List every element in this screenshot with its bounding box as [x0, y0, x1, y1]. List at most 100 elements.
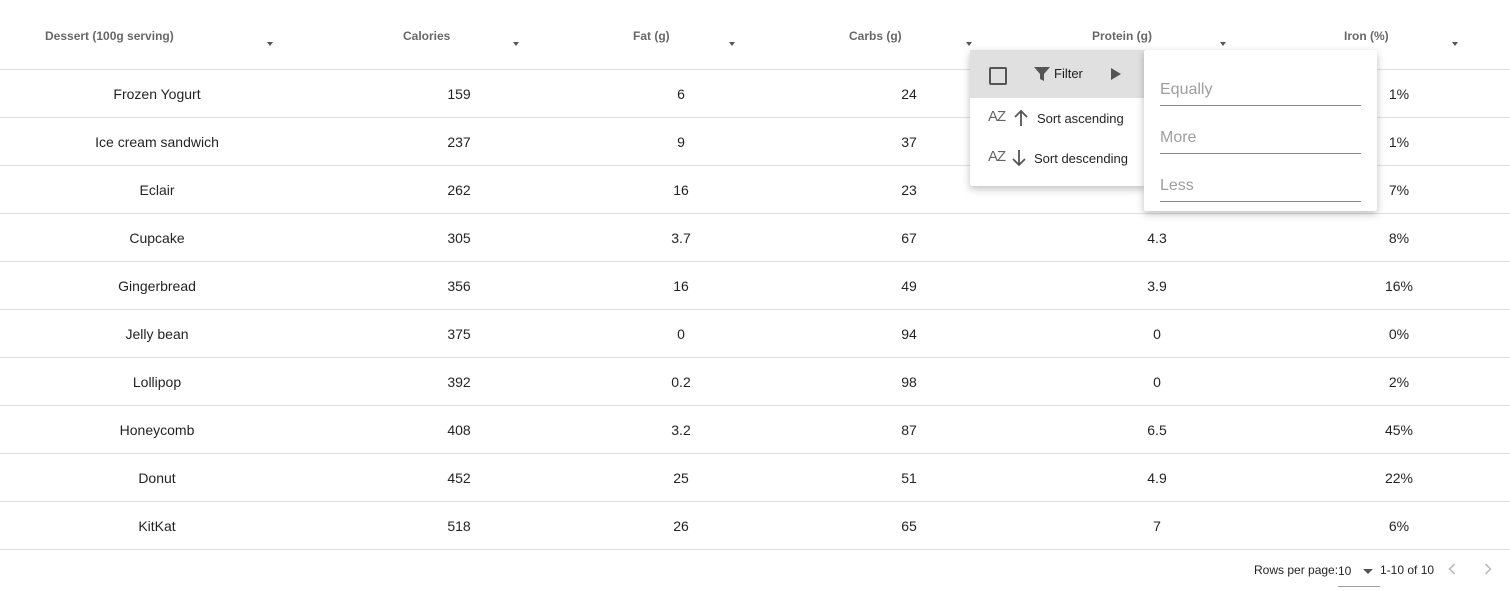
cell-iron: 0%	[1388, 326, 1410, 342]
cell-fat: 0.2	[671, 374, 691, 390]
sort-caret-protein-icon[interactable]	[1220, 42, 1226, 46]
cell-carbs: 51	[901, 470, 917, 486]
table-row: KitKat 518 26 65 7 6%	[0, 502, 1510, 550]
header-iron[interactable]: Iron (%)	[1344, 29, 1389, 43]
cell-calories: 375	[447, 326, 471, 342]
cell-carbs: 67	[901, 230, 917, 246]
cell-dessert: Jelly bean	[125, 326, 189, 342]
play-icon[interactable]	[1111, 68, 1121, 80]
header-dessert[interactable]: Dessert (100g serving)	[45, 29, 174, 43]
filter-less-input[interactable]	[1160, 171, 1361, 202]
cell-carbs: 49	[901, 278, 917, 294]
cell-calories: 356	[447, 278, 471, 294]
cell-iron: 16%	[1384, 278, 1414, 294]
az-glyph: AZ	[988, 108, 1006, 125]
cell-calories: 518	[447, 518, 471, 534]
cell-dessert: Donut	[138, 470, 176, 486]
cell-calories: 159	[447, 86, 471, 102]
cell-protein: 4.9	[1147, 470, 1167, 486]
cell-dessert: Eclair	[139, 182, 175, 198]
table-pagination: Rows per page: 10 1-10 of 10	[0, 551, 1510, 591]
cell-iron: 2%	[1388, 374, 1410, 390]
header-calories[interactable]: Calories	[403, 29, 450, 43]
cell-calories: 237	[447, 134, 471, 150]
cell-fat: 26	[673, 518, 689, 534]
chevron-left-icon[interactable]	[1442, 559, 1462, 579]
filter-icon	[1034, 66, 1050, 87]
cell-protein: 7	[1153, 518, 1161, 534]
arrow-down-icon	[1010, 148, 1028, 173]
cell-carbs: 37	[901, 134, 917, 150]
cell-calories: 408	[447, 422, 471, 438]
sort-caret-carbs-icon[interactable]	[966, 42, 972, 46]
cell-protein: 4.3	[1147, 230, 1167, 246]
table-row: Lollipop 392 0.2 98 0 2%	[0, 358, 1510, 406]
cell-dessert: Lollipop	[132, 374, 182, 390]
sort-ascending-label: Sort ascending	[1037, 111, 1124, 126]
cell-carbs: 87	[901, 422, 917, 438]
table-row: Donut 452 25 51 4.9 22%	[0, 454, 1510, 502]
cell-protein: 3.9	[1147, 278, 1167, 294]
filter-label: Filter	[1054, 66, 1083, 81]
cell-dessert: Gingerbread	[118, 278, 196, 294]
cell-iron: 7%	[1388, 182, 1410, 198]
cell-dessert: Cupcake	[129, 230, 185, 246]
cell-fat: 16	[673, 182, 689, 198]
table-row: Cupcake 305 3.7 67 4.3 8%	[0, 214, 1510, 262]
sort-descending-label: Sort descending	[1034, 151, 1128, 166]
sort-ascending-item[interactable]: AZ Sort ascending	[970, 100, 1146, 138]
cell-protein: 6.5	[1147, 422, 1167, 438]
cell-dessert: Ice cream sandwich	[95, 134, 219, 150]
cell-fat: 6	[677, 86, 685, 102]
table-row: Gingerbread 356 16 49 3.9 16%	[0, 262, 1510, 310]
cell-iron: 45%	[1384, 422, 1414, 438]
cell-calories: 452	[447, 470, 471, 486]
cell-carbs: 94	[901, 326, 917, 342]
filter-more-input[interactable]	[1160, 123, 1361, 154]
cell-iron: 1%	[1388, 134, 1410, 150]
pagination-range: 1-10 of 10	[1380, 563, 1435, 577]
rows-per-page-value: 10	[1338, 564, 1352, 578]
sort-caret-calories-icon[interactable]	[513, 42, 519, 46]
rows-per-page-select[interactable]: 10	[1338, 563, 1380, 587]
cell-protein: 0	[1153, 326, 1161, 342]
sort-caret-fat-icon[interactable]	[729, 42, 735, 46]
cell-fat: 25	[673, 470, 689, 486]
column-menu: Filter AZ Sort ascending AZ Sort descend…	[970, 50, 1146, 186]
table-row: Honeycomb 408 3.2 87 6.5 45%	[0, 406, 1510, 454]
sort-caret-dessert-icon[interactable]	[267, 42, 273, 46]
sort-descending-item[interactable]: AZ Sort descending	[970, 140, 1146, 178]
cell-carbs: 98	[901, 374, 917, 390]
sort-caret-iron-icon[interactable]	[1452, 42, 1458, 46]
cell-iron: 8%	[1388, 230, 1410, 246]
cell-carbs: 23	[901, 182, 917, 198]
select-checkbox[interactable]	[989, 67, 1007, 85]
chevron-down-icon	[1363, 569, 1373, 574]
filter-equally-input[interactable]	[1160, 75, 1361, 106]
table-row: Jelly bean 375 0 94 0 0%	[0, 310, 1510, 358]
cell-carbs: 24	[901, 86, 917, 102]
header-protein[interactable]: Protein (g)	[1092, 29, 1152, 43]
cell-dessert: KitKat	[138, 518, 176, 534]
cell-fat: 3.2	[671, 422, 691, 438]
cell-fat: 0	[677, 326, 685, 342]
cell-calories: 392	[447, 374, 471, 390]
menu-filter-row[interactable]: Filter	[970, 50, 1146, 98]
cell-fat: 3.7	[671, 230, 691, 246]
chevron-right-icon[interactable]	[1478, 559, 1498, 579]
cell-calories: 305	[447, 230, 471, 246]
cell-iron: 22%	[1384, 470, 1414, 486]
az-glyph: AZ	[988, 148, 1006, 165]
cell-protein: 0	[1153, 374, 1161, 390]
cell-calories: 262	[447, 182, 471, 198]
cell-iron: 6%	[1388, 518, 1410, 534]
arrow-up-icon	[1012, 108, 1030, 133]
cell-iron: 1%	[1388, 86, 1410, 102]
cell-dessert: Frozen Yogurt	[113, 86, 201, 102]
header-carbs[interactable]: Carbs (g)	[849, 29, 902, 43]
rows-per-page-label: Rows per page:	[1254, 563, 1339, 577]
filter-panel	[1144, 50, 1377, 211]
cell-fat: 9	[677, 134, 685, 150]
cell-dessert: Honeycomb	[119, 422, 195, 438]
header-fat[interactable]: Fat (g)	[633, 29, 670, 43]
